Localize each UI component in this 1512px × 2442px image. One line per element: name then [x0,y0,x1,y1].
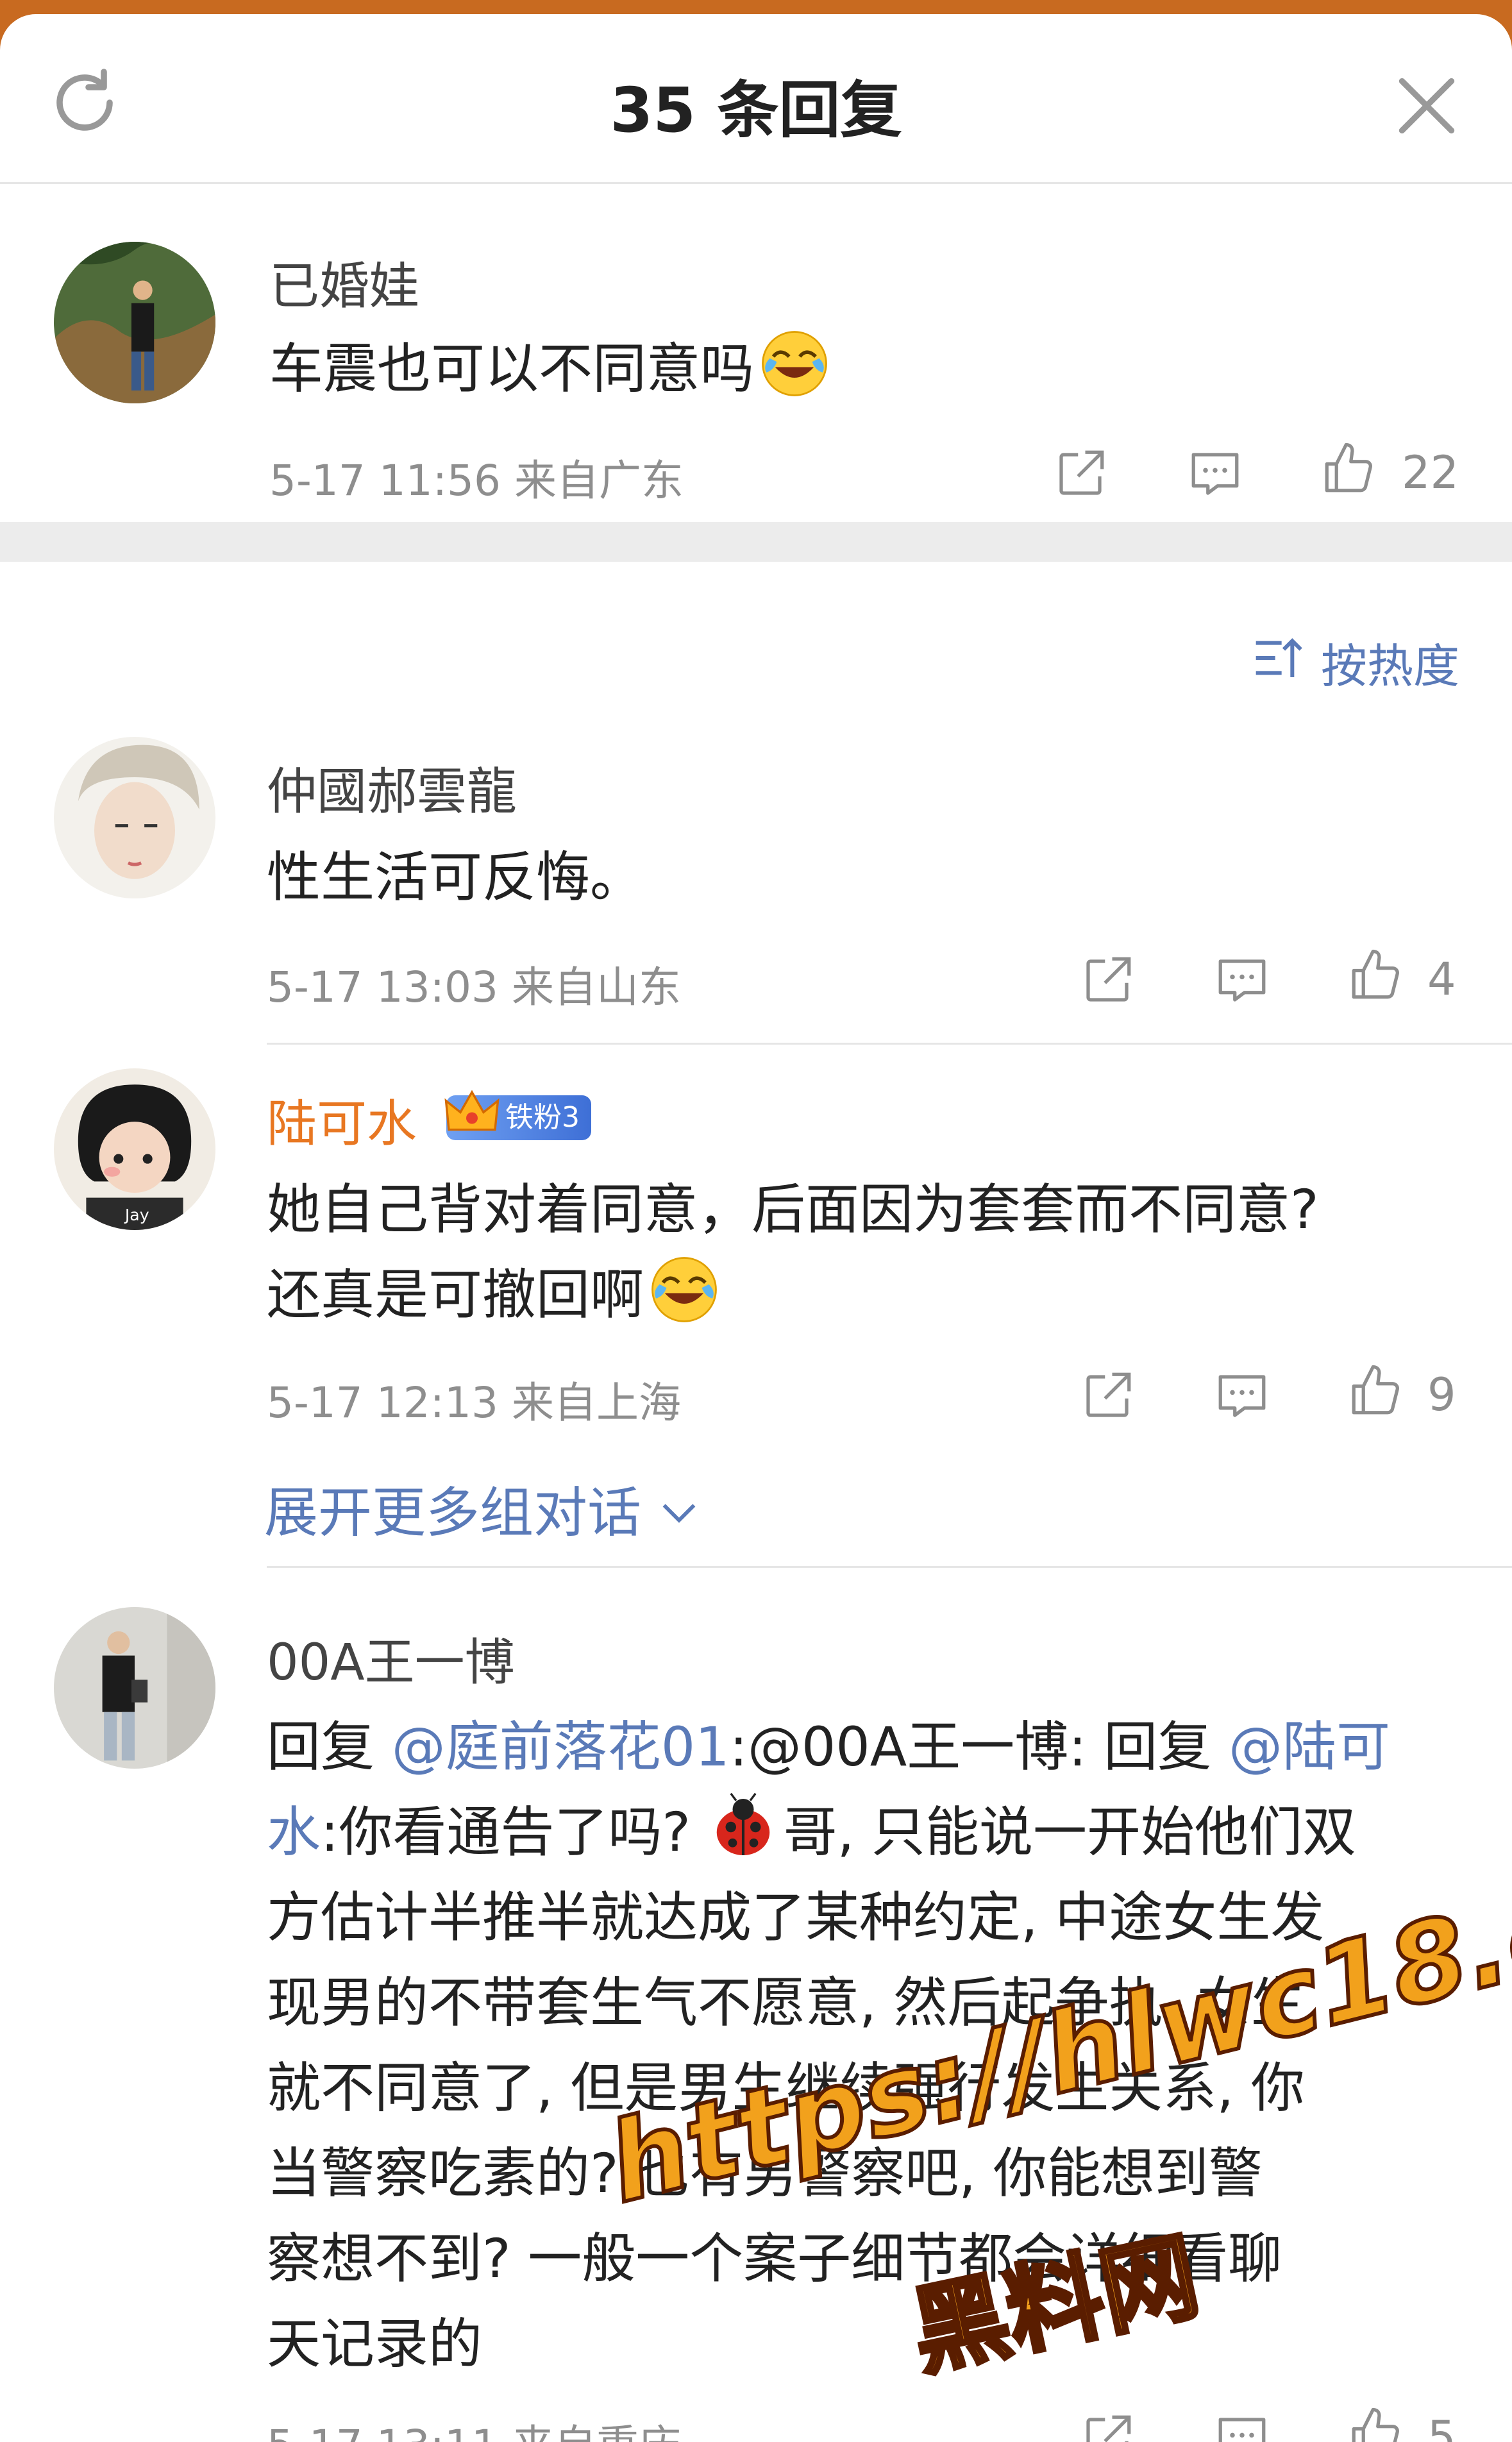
timestamp: 5-17 11:56 [269,456,501,505]
like-icon[interactable] [1320,440,1377,498]
share-icon[interactable] [1079,952,1136,1009]
original-comment: 已婚娃 车震也可以不同意吗 5-17 11:56 来自广东 22 [0,182,1512,522]
mention-link[interactable]: 水 [267,1801,321,1864]
fan-badge[interactable]: 铁粉3 [444,1090,591,1140]
timestamp: 5-17 12:13 [267,1378,498,1427]
expand-label: 展开更多组对话 [264,1481,642,1544]
comment-text-line: 回复 @庭前落花01:@00A王一博: 回复 @陆可 [267,1715,1390,1778]
comment-text-line: 现男的不带套生气不愿意, 然后起争执, 女生 [267,1971,1305,2034]
author-name[interactable]: 已婚娃 [269,246,419,318]
like-count: 5 [1427,2411,1456,2442]
like-count: 22 [1402,446,1459,499]
badge-label: 铁粉3 [505,1101,580,1134]
author-name[interactable]: 00A王一博 [267,1622,515,1694]
location: 来自重庆 [512,2421,681,2442]
comment-icon[interactable] [1186,445,1244,503]
comment-meta: 5-17 12:13 来自上海 [267,1368,681,1430]
sort-label: 按热度 [1321,639,1460,693]
close-icon[interactable] [1391,71,1462,141]
chevron-down-icon [662,1504,696,1523]
comment-text: 性生活可反悔。 [267,846,644,909]
author-name[interactable]: 陆可水 [267,1084,417,1156]
share-icon[interactable] [1052,445,1109,503]
comment-text-line: 还真是可撤回啊 [267,1252,719,1338]
like-icon[interactable] [1347,2405,1404,2442]
comment-icon[interactable] [1213,1367,1271,1425]
location: 来自上海 [511,1378,681,1427]
location: 来自广东 [514,456,684,505]
replies-sheet: 35 条回复 已婚娃 车震也可以不同意吗 5-17 11:56 来自广东 22 [0,14,1512,2442]
sheet-title: 35 条回复 [610,74,902,146]
avatar[interactable]: Jay [54,1068,215,1230]
laugh-cry-emoji [649,1254,719,1325]
comment-text-line: 当警察吃素的? 也有男警察吧, 你能想到警 [267,2142,1263,2205]
mention-link[interactable]: @庭前落花01 [392,1715,730,1778]
sheet-header: 35 条回复 [0,14,1512,184]
comment-icon[interactable] [1213,2410,1271,2442]
avatar[interactable] [54,1607,215,1769]
comment-text-line: 水:你看通告了吗? 哥, 只能说一开始他们双 [267,1790,1356,1875]
divider [267,1043,1512,1045]
laugh-cry-emoji [759,328,830,399]
timestamp: 5-17 13:03 [267,963,498,1012]
share-icon[interactable] [1079,2410,1136,2442]
like-icon[interactable] [1347,1362,1404,1420]
location: 来自山东 [511,963,681,1012]
avatar-label: Jay [124,1206,149,1224]
comment-text-line: 她自己背对着同意，后面因为套套而不同意? [267,1178,1319,1241]
sort-icon [1256,638,1302,677]
comment-meta: 5-17 11:56 来自广东 [269,446,684,508]
avatar[interactable] [54,242,215,403]
comment-meta: 5-17 13:03 来自山东 [267,953,681,1015]
ladybug-emoji [716,1792,769,1855]
author-name[interactable]: 仲國郝雲龍 [267,752,517,823]
comment-text: 车震也可以不同意吗 [269,326,830,412]
comment-text-line: 方估计半推半就达成了某种约定, 中途女生发 [267,1886,1325,1949]
section-separator [0,522,1512,562]
divider [267,1566,1512,1568]
like-count: 9 [1427,1368,1456,1421]
like-count: 4 [1427,953,1456,1006]
comment-icon[interactable] [1213,952,1271,1009]
timestamp: 5-17 13:11 [267,2421,498,2442]
crown-icon [444,1090,500,1131]
expand-conversation-link[interactable]: 展开更多组对话 [264,1470,701,1547]
avatar[interactable] [54,737,215,898]
like-icon[interactable] [1347,947,1404,1004]
comment-text-line: 察想不到? 一般一个案子细节都会详细看聊 [267,2227,1282,2290]
mention-link[interactable]: @陆可 [1229,1715,1390,1778]
comment-text-line: 天记录的 [267,2312,483,2375]
comment-text-line: 就不同意了, 但是男生继续强行发生关系, 你 [267,2057,1305,2119]
share-icon[interactable] [1079,1367,1136,1425]
comment-meta: 5-17 13:11 来自重庆 [267,2411,681,2442]
